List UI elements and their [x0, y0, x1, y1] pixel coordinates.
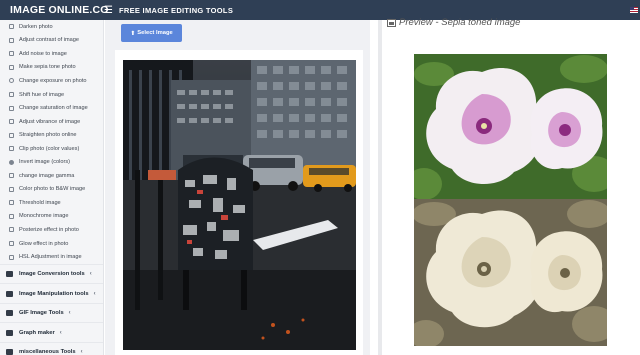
original-image — [123, 60, 356, 350]
sidebar-item-10[interactable]: Invert image (colors) — [0, 155, 103, 169]
street-scene-illustration — [123, 60, 356, 350]
sidebar-section-0[interactable]: Image Conversion tools ‹ — [0, 263, 103, 284]
sidebar-item-label: Change saturation of image — [19, 105, 88, 112]
chevron-left-icon: ‹ — [80, 349, 83, 355]
us-flag-icon[interactable] — [630, 7, 638, 13]
image-icon — [9, 92, 14, 97]
sidebar-item-6[interactable]: Change saturation of image — [0, 101, 103, 115]
sidebar-tool-list: Darken photo Adjust contrast of image Add … — [0, 20, 103, 264]
sidebar-section-1[interactable]: Image Manipulation tools ‹ — [0, 283, 103, 303]
sidebar-item-label: HSL Adjustment in image — [19, 254, 82, 261]
header-title: FREE IMAGE EDITING TOOLS — [118, 5, 234, 15]
gif-icon — [6, 310, 13, 317]
sidebar-item-13[interactable]: Threshold image — [0, 196, 103, 210]
image-icon — [9, 24, 14, 30]
image-icon — [9, 132, 14, 138]
image-icon — [9, 51, 14, 57]
sidebar-item-label: Straighten photo online — [19, 132, 77, 139]
sidebar-item-label: Glow effect in photo — [19, 240, 69, 247]
chevron-left-icon: ‹ — [68, 310, 71, 317]
sidebar-item-label: Adjust contrast of image — [19, 37, 80, 44]
sidebar-item-0[interactable]: Darken photo — [0, 20, 103, 34]
circle-icon — [9, 78, 14, 84]
sidebar-item-label: Shift hue of image — [19, 91, 65, 98]
chevron-left-icon: ‹ — [93, 290, 96, 297]
sidebar-item-label: Clip photo (color values) — [19, 145, 80, 152]
preview-image — [414, 54, 607, 346]
hamburger-icon[interactable]: ☰ — [104, 5, 113, 16]
sidebar-section-label: Image Conversion tools — [19, 271, 85, 278]
sidebar-item-16[interactable]: Glow effect in photo — [0, 237, 103, 251]
sidebar-item-label: change image gamma — [19, 172, 75, 179]
top-header: IMAGE ONLINE.CO ☰ FREE IMAGE EDITING TOO… — [0, 0, 640, 20]
preview-title-text: Preview - Sepia toned image — [399, 17, 521, 28]
sidebar-section-label: miscellaneous Tools — [19, 349, 76, 355]
sidebar: Darken photo Adjust contrast of image Add … — [0, 20, 104, 355]
select-image-button[interactable]: ⬆ Select Image — [121, 24, 182, 42]
sidebar-section-label: Graph maker — [19, 329, 55, 336]
sidebar-item-label: Adjust vibrance of image — [19, 118, 81, 125]
chevron-left-icon: ‹ — [89, 271, 92, 278]
image-icon — [9, 37, 14, 43]
site-logo[interactable]: IMAGE ONLINE.CO — [0, 4, 108, 16]
sidebar-item-3[interactable]: Make sepia tone photo — [0, 61, 103, 75]
image-icon — [9, 254, 14, 260]
sidebar-item-9[interactable]: Clip photo (color values) — [0, 142, 103, 156]
image-icon — [9, 119, 14, 125]
invert-icon — [9, 159, 14, 165]
sidebar-section-2[interactable]: GIF Image Tools ‹ — [0, 302, 103, 323]
tools-icon — [6, 349, 13, 355]
convert-icon — [6, 271, 13, 278]
sidebar-item-label: Invert image (colors) — [19, 159, 70, 166]
sidebar-item-label: Darken photo — [19, 23, 53, 30]
sidebar-item-11[interactable]: change image gamma — [0, 169, 103, 183]
sidebar-item-14[interactable]: Monochrome image — [0, 210, 103, 224]
sidebar-item-5[interactable]: Shift hue of image — [0, 88, 103, 102]
sidebar-item-8[interactable]: Straighten photo online — [0, 128, 103, 142]
sidebar-item-12[interactable]: Color photo to B&W image — [0, 183, 103, 197]
select-image-label: Select Image — [137, 30, 173, 36]
chevron-left-icon: ‹ — [59, 329, 62, 336]
sidebar-item-label: Make sepia tone photo — [19, 64, 76, 71]
sidebar-item-2[interactable]: Add noise to image — [0, 47, 103, 61]
sidebar-item-15[interactable]: Posterize effect in photo — [0, 223, 103, 237]
flower-comparison-illustration — [414, 54, 607, 346]
wrench-icon — [6, 290, 13, 297]
upload-icon: ⬆ — [130, 30, 136, 37]
sidebar-section-label: GIF Image Tools — [19, 310, 64, 317]
sidebar-item-7[interactable]: Adjust vibrance of image — [0, 115, 103, 129]
sidebar-item-label: Posterize effect in photo — [19, 226, 79, 233]
preview-title: Preview - Sepia toned image — [387, 17, 520, 28]
image-icon — [9, 213, 14, 219]
chart-icon — [6, 329, 13, 336]
image-icon — [9, 200, 14, 206]
sidebar-section-label: Image Manipulation tools — [19, 290, 89, 297]
sidebar-section-4[interactable]: miscellaneous Tools ‹ — [0, 341, 103, 355]
sidebar-item-label: Monochrome image — [19, 213, 69, 220]
sidebar-item-4[interactable]: Change exposure on photo — [0, 74, 103, 88]
image-icon — [9, 241, 14, 247]
sidebar-sections: Image Conversion tools ‹ Image Manipulatio… — [0, 263, 103, 355]
sidebar-item-label: Change exposure on photo — [19, 77, 87, 84]
sidebar-item-1[interactable]: Adjust contrast of image — [0, 34, 103, 48]
image-icon — [9, 227, 14, 233]
sidebar-item-17[interactable]: HSL Adjustment in image — [0, 250, 103, 264]
sidebar-item-label: Color photo to B&W image — [19, 186, 86, 193]
image-icon — [9, 146, 14, 152]
sidebar-item-label: Add noise to image — [19, 50, 67, 57]
image-icon — [387, 18, 396, 27]
image-icon — [9, 64, 14, 70]
sidebar-section-3[interactable]: Graph maker ‹ — [0, 322, 103, 342]
image-icon — [9, 105, 14, 111]
image-icon — [9, 186, 14, 192]
sidebar-item-label: Threshold image — [19, 199, 61, 206]
image-icon — [9, 173, 14, 179]
